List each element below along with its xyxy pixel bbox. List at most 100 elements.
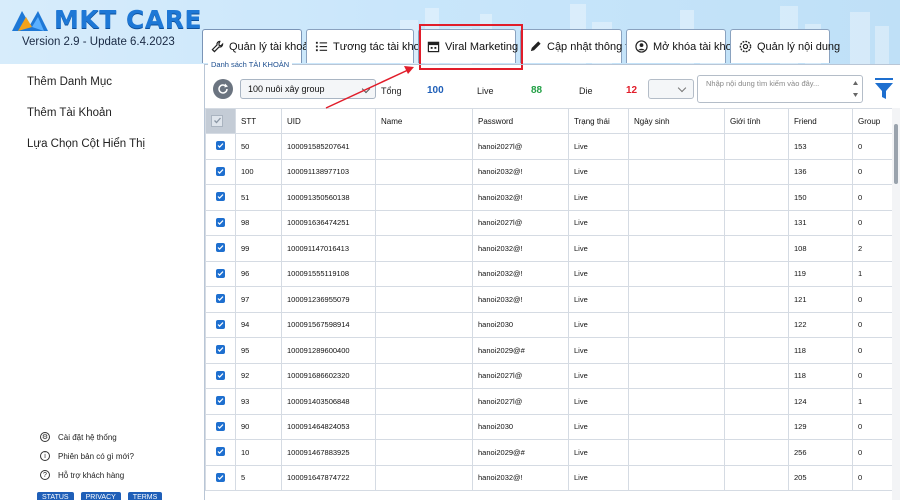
refresh-button[interactable] xyxy=(213,79,233,99)
table-scrollbar[interactable] xyxy=(892,108,900,500)
sidebar-footer-settings[interactable]: ⚙ Cài đặt hệ thống xyxy=(40,432,117,442)
die-label: Die xyxy=(579,86,593,96)
row-select-cell[interactable] xyxy=(205,311,236,338)
cell-stt: 5 xyxy=(235,464,282,491)
column-header-password[interactable]: Password xyxy=(472,108,569,134)
row-select-cell[interactable] xyxy=(205,260,236,287)
table-row[interactable]: 100 100091138977103 hanoi2032@! Live 136 0 xyxy=(205,158,893,185)
table-body: 50 100091585207641 hanoi2027l@ Live 153 0 100 1… xyxy=(205,133,893,491)
cell-uid: 100091467883925 xyxy=(281,439,376,466)
gear-icon: ⚙ xyxy=(40,432,50,442)
cell-gender xyxy=(724,235,789,262)
row-checkbox[interactable] xyxy=(216,370,225,380)
table-row[interactable]: 95 100091289600400 hanoi2029@# Live 118 0 xyxy=(205,337,893,364)
tab-account-interaction[interactable]: Tương tác tài khoản xyxy=(306,29,432,63)
column-header-stt[interactable]: STT xyxy=(235,108,282,134)
row-checkbox[interactable] xyxy=(216,268,225,278)
row-select-cell[interactable] xyxy=(205,439,236,466)
tab-content-management[interactable]: Quản lý nội dung xyxy=(730,29,840,63)
row-select-cell[interactable] xyxy=(205,184,236,211)
row-checkbox[interactable] xyxy=(216,166,225,176)
column-header-birthday[interactable]: Ngày sinh xyxy=(628,108,725,134)
column-header-name[interactable]: Name xyxy=(375,108,473,134)
table-row[interactable]: 96 100091555119108 hanoi2032@! Live 119 1 xyxy=(205,260,893,287)
column-header-status[interactable]: Trạng thái xyxy=(568,108,629,134)
table-row[interactable]: 5 100091647874722 hanoi2032@! Live 205 0 xyxy=(205,464,893,491)
table-row[interactable]: 50 100091585207641 hanoi2027l@ Live 153 0 xyxy=(205,133,893,160)
sidebar-item-add-category[interactable]: Thêm Danh Mục xyxy=(27,76,112,88)
sidebar-item-add-account[interactable]: Thêm Tài Khoản xyxy=(27,107,112,119)
table-row[interactable]: 51 100091350560138 hanoi2032@! Live 150 0 xyxy=(205,184,893,211)
row-select-cell[interactable] xyxy=(205,209,236,236)
status-filter-select[interactable] xyxy=(648,79,694,99)
row-select-cell[interactable] xyxy=(205,464,236,491)
row-checkbox[interactable] xyxy=(216,396,225,406)
row-select-cell[interactable] xyxy=(205,133,236,160)
row-select-cell[interactable] xyxy=(205,413,236,440)
row-select-cell[interactable] xyxy=(205,362,236,389)
status-link[interactable]: STATUS xyxy=(37,492,74,500)
scrollbar-thumb[interactable] xyxy=(894,124,898,184)
row-checkbox[interactable] xyxy=(216,447,225,457)
cell-stt: 98 xyxy=(235,209,282,236)
row-select-cell[interactable] xyxy=(205,388,236,415)
row-select-cell[interactable] xyxy=(205,337,236,364)
cell-password: hanoi2032@! xyxy=(472,184,569,211)
tab-account-management[interactable]: Quản lý tài khoản xyxy=(202,29,315,63)
tab-unlock-account[interactable]: Mở khóa tài khoản xyxy=(626,29,744,63)
cell-birthday xyxy=(628,388,725,415)
cell-birthday xyxy=(628,209,725,236)
check-icon xyxy=(217,449,224,455)
cell-group: 1 xyxy=(852,388,893,415)
search-input[interactable]: Nhập nội dung tìm kiếm vào đây... xyxy=(697,75,863,103)
table-row[interactable]: 97 100091236955079 hanoi2032@! Live 121 0 xyxy=(205,286,893,313)
check-icon xyxy=(217,245,224,251)
column-header-group[interactable]: Group xyxy=(852,108,893,134)
group-select[interactable]: 100 nuôi xây group xyxy=(240,79,376,99)
cell-status: Live xyxy=(568,337,629,364)
sidebar-footer-whats-new[interactable]: i Phiên bản có gì mới? xyxy=(40,451,134,461)
tab-update-info[interactable]: Cập nhật thông tin xyxy=(520,29,637,63)
sidebar-footer-support[interactable]: ? Hỗ trợ khách hàng xyxy=(40,470,124,480)
row-checkbox[interactable] xyxy=(216,421,225,431)
select-all-cell[interactable] xyxy=(205,108,236,134)
cell-password: hanoi2032@! xyxy=(472,464,569,491)
cell-group: 0 xyxy=(852,311,893,338)
column-header-friend[interactable]: Friend xyxy=(788,108,853,134)
row-checkbox[interactable] xyxy=(216,217,225,227)
cell-password: hanoi2029@# xyxy=(472,337,569,364)
sidebar-item-select-columns[interactable]: Lựa Chọn Cột Hiển Thị xyxy=(27,138,145,150)
row-select-cell[interactable] xyxy=(205,235,236,262)
chevron-down-icon xyxy=(361,84,371,94)
table-row[interactable]: 92 100091686602320 hanoi2027l@ Live 118 0 xyxy=(205,362,893,389)
cell-gender xyxy=(724,337,789,364)
row-checkbox[interactable] xyxy=(216,345,225,355)
cell-password: hanoi2032@! xyxy=(472,286,569,313)
table-row[interactable]: 10 100091467883925 hanoi2029@# Live 256 0 xyxy=(205,439,893,466)
row-checkbox[interactable] xyxy=(216,319,225,329)
table-row[interactable]: 98 100091636474251 hanoi2027l@ Live 131 0 xyxy=(205,209,893,236)
live-label: Live xyxy=(477,86,494,96)
terms-link[interactable]: TERMS xyxy=(127,492,163,500)
cell-status: Live xyxy=(568,311,629,338)
privacy-link[interactable]: PRIVACY xyxy=(80,492,121,500)
row-checkbox[interactable] xyxy=(216,243,225,253)
version-label: Version 2.9 - Update 6.4.2023 xyxy=(22,36,175,48)
check-icon xyxy=(213,117,221,124)
row-checkbox[interactable] xyxy=(216,192,225,202)
cell-password: hanoi2027l@ xyxy=(472,362,569,389)
row-checkbox[interactable] xyxy=(216,294,225,304)
cell-uid: 100091555119108 xyxy=(281,260,376,287)
table-row[interactable]: 93 100091403506848 hanoi2027l@ Live 124 1 xyxy=(205,388,893,415)
filter-icon[interactable] xyxy=(873,77,895,101)
row-checkbox[interactable] xyxy=(216,141,225,151)
table-row[interactable]: 90 100091464824053 hanoi2030 Live 129 0 xyxy=(205,413,893,440)
table-row[interactable]: 94 100091567598914 hanoi2030 Live 122 0 xyxy=(205,311,893,338)
column-header-gender[interactable]: Giới tính xyxy=(724,108,789,134)
select-all-checkbox[interactable] xyxy=(211,114,223,127)
table-row[interactable]: 99 100091147016413 hanoi2032@! Live 108 2 xyxy=(205,235,893,262)
row-select-cell[interactable] xyxy=(205,158,236,185)
row-select-cell[interactable] xyxy=(205,286,236,313)
row-checkbox[interactable] xyxy=(216,472,225,482)
column-header-uid[interactable]: UID xyxy=(281,108,376,134)
